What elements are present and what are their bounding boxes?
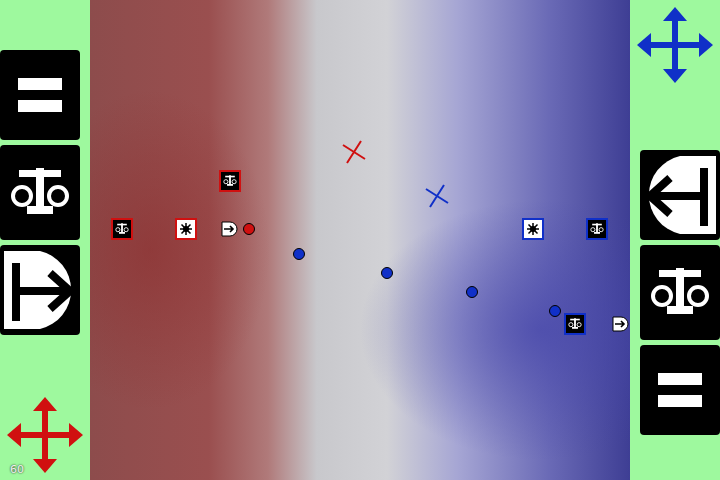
build-turret-button[interactable] <box>0 145 80 240</box>
base-icon <box>220 220 238 238</box>
turret-icon <box>222 173 238 189</box>
base-unit[interactable] <box>609 313 630 335</box>
right-control-panel <box>630 0 720 480</box>
pause-button[interactable] <box>0 50 80 140</box>
move-pad[interactable] <box>635 5 715 85</box>
turret-icon <box>645 258 715 328</box>
ball <box>466 286 478 298</box>
target-cursor-icon[interactable] <box>422 181 452 211</box>
arrow-icon <box>0 245 80 335</box>
left-control-panel <box>0 0 90 480</box>
gear-unit[interactable] <box>522 218 544 240</box>
spawn-button[interactable] <box>0 245 80 335</box>
turret-icon <box>5 158 75 228</box>
turret-unit[interactable] <box>219 170 241 192</box>
turret-unit[interactable] <box>586 218 608 240</box>
ball <box>243 223 255 235</box>
move-arrows-icon <box>635 5 715 85</box>
base-unit[interactable] <box>218 218 240 240</box>
turret-unit[interactable] <box>564 313 586 335</box>
spawn-button[interactable] <box>640 150 720 240</box>
pause-icon <box>10 70 70 120</box>
build-turret-button[interactable] <box>640 245 720 340</box>
battle-field[interactable] <box>90 0 630 480</box>
gear-icon <box>526 222 540 236</box>
turret-icon <box>589 221 605 237</box>
base-icon <box>611 315 629 333</box>
target-cursor-icon[interactable] <box>339 137 369 167</box>
fps-counter: 60 <box>10 463 24 476</box>
ball <box>549 305 561 317</box>
arrow-icon <box>640 150 720 240</box>
gear-unit[interactable] <box>175 218 197 240</box>
game-screen: 60 <box>0 0 720 480</box>
turret-icon <box>114 221 130 237</box>
pause-button[interactable] <box>640 345 720 435</box>
ball <box>293 248 305 260</box>
ball <box>381 267 393 279</box>
turret-icon <box>567 316 583 332</box>
pause-icon <box>650 365 710 415</box>
turret-unit[interactable] <box>111 218 133 240</box>
gear-icon <box>179 222 193 236</box>
